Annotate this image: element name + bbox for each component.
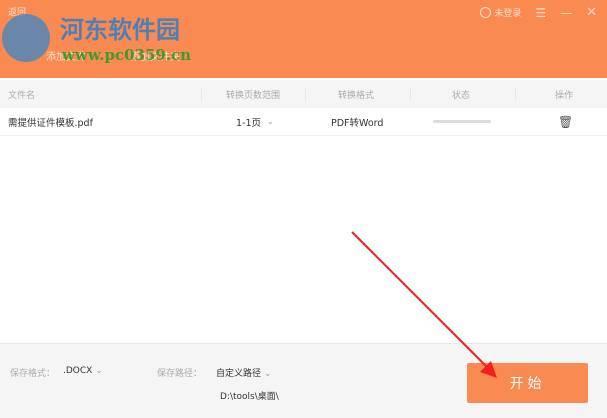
red-arrow-annotation <box>351 231 497 378</box>
